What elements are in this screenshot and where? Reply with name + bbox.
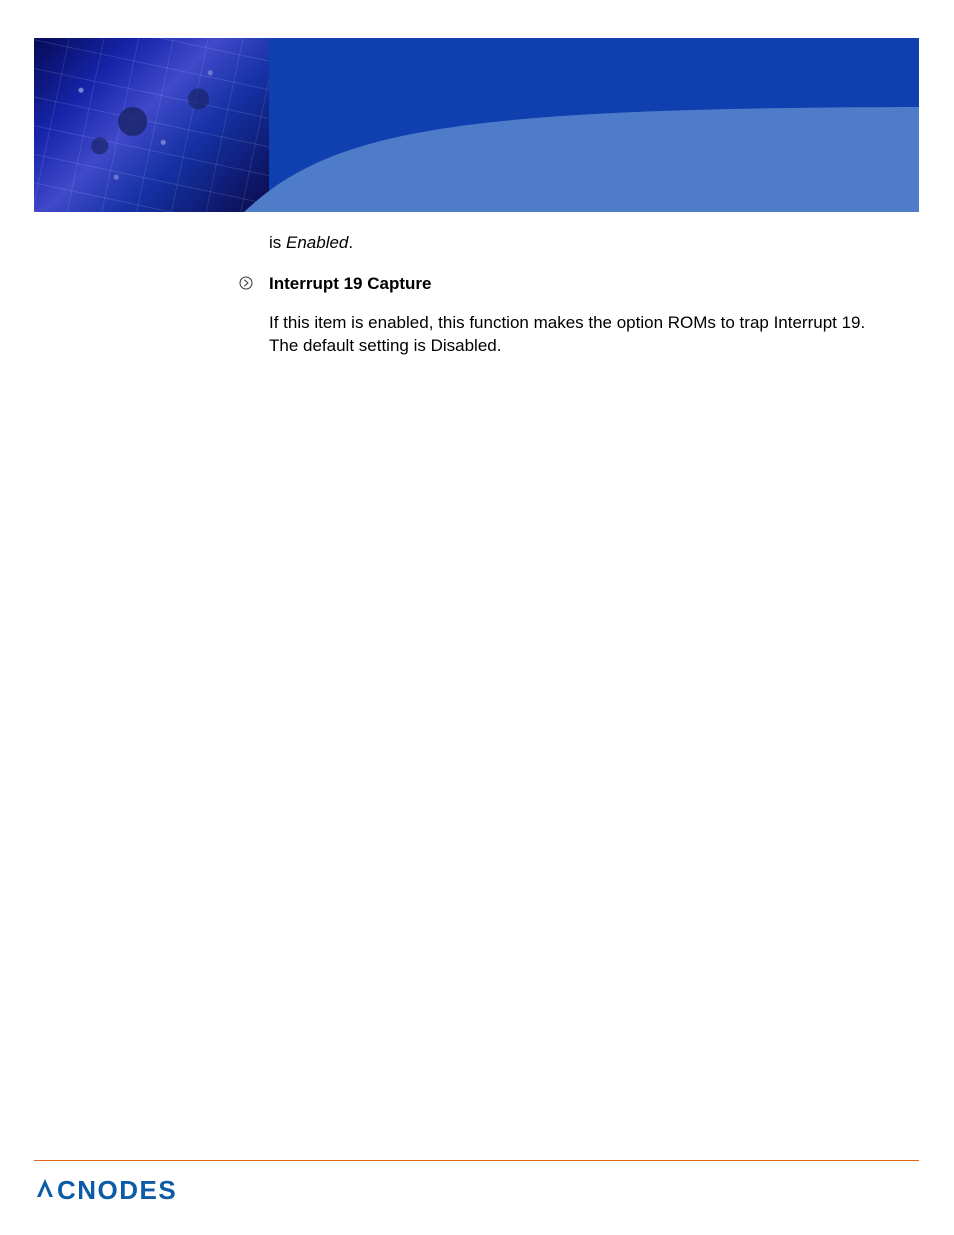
section-interrupt-19: Interrupt 19 Capture If this item is ena…	[269, 273, 889, 358]
header-curve	[34, 107, 919, 212]
prev-tail-prefix: is	[269, 233, 286, 252]
brand-text: CNODES	[57, 1175, 177, 1206]
section-heading: Interrupt 19 Capture	[269, 273, 889, 296]
footer-brand-logo: CNODES	[34, 1175, 177, 1206]
prev-tail-italic: Enabled	[286, 233, 348, 252]
previous-section-tail: is Enabled.	[269, 232, 889, 255]
header-banner	[34, 38, 919, 212]
bullet-icon	[239, 274, 253, 288]
page-content: is Enabled. Interrupt 19 Capture If this…	[269, 232, 889, 358]
brand-lambda-icon	[34, 1175, 56, 1206]
section-body: If this item is enabled, this function m…	[269, 312, 889, 358]
prev-tail-suffix: .	[348, 233, 353, 252]
footer-divider	[34, 1160, 919, 1161]
